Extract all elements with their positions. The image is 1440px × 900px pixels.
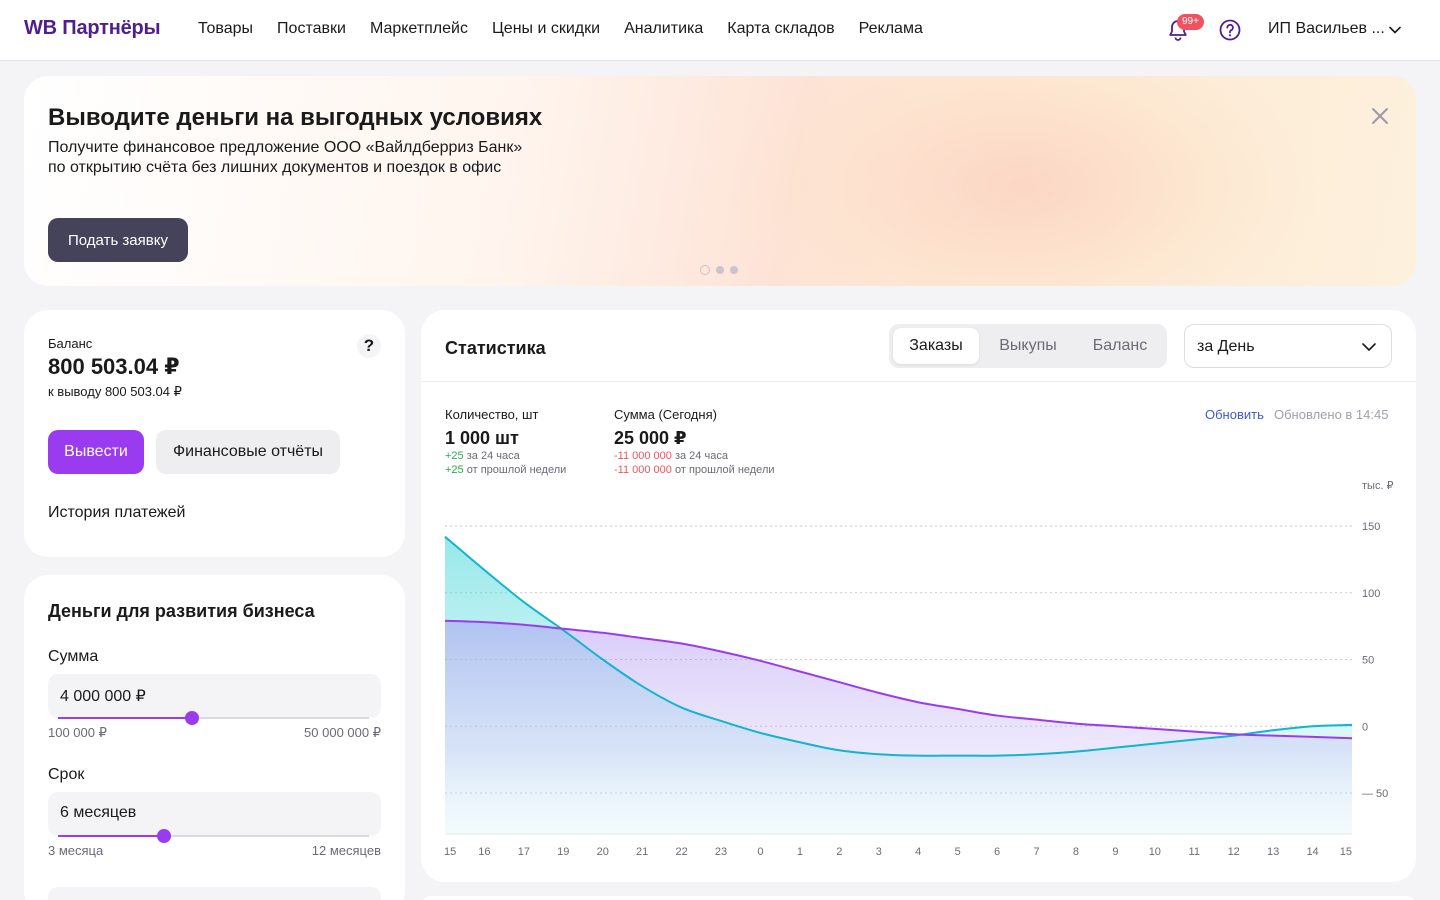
x-tick-label: 23 <box>715 846 727 858</box>
term-slider-handle[interactable] <box>156 829 171 843</box>
term-slider[interactable] <box>58 829 369 843</box>
banner-decoration <box>724 76 1324 286</box>
y-tick-label: 100 <box>1362 588 1380 600</box>
x-tick-label: 20 <box>597 846 609 858</box>
amount-max: 50 000 000 ₽ <box>304 725 381 740</box>
x-tick-label: 5 <box>955 846 961 858</box>
x-tick-label: 11 <box>1189 846 1200 858</box>
term-slider-fill <box>58 835 164 837</box>
balance-help-icon[interactable]: ? <box>357 334 381 358</box>
carousel-dot[interactable] <box>716 266 724 274</box>
x-tick-label: 21 <box>636 846 648 858</box>
term-max: 12 месяцев <box>311 843 381 858</box>
x-tick-label: 0 <box>757 846 763 858</box>
banner-text-line: по открытию счёта без лишних документов … <box>48 159 502 176</box>
amount-min: 100 000 ₽ <box>48 725 107 740</box>
carousel-dot[interactable] <box>700 265 710 275</box>
x-tick-label: 9 <box>1112 846 1118 858</box>
statistics-card: Статистика Заказы Выкупы Баланс за День … <box>421 310 1416 882</box>
x-tick-label: 22 <box>675 846 687 858</box>
term-label: Срок <box>48 766 85 783</box>
banner-text-line: Получите финансовое предложение ООО «Вай… <box>48 139 523 156</box>
x-tick-label: 19 <box>557 846 569 858</box>
amount-slider-fill <box>58 717 192 719</box>
term-field[interactable]: 6 месяцев <box>48 792 381 843</box>
business-funding-card: Деньги для развития бизнеса Сумма 4 000 … <box>24 575 405 900</box>
account-menu[interactable]: ИП Васильев ... <box>1268 20 1385 38</box>
notification-badge: 99+ <box>1177 14 1204 30</box>
x-tick-label: 10 <box>1149 846 1161 858</box>
balance-card: Баланс 800 503.04 ₽ к выводу 800 503.04 … <box>24 310 405 557</box>
x-tick-label: 16 <box>478 846 490 858</box>
x-tick-label: 2 <box>836 846 842 858</box>
withdraw-button[interactable]: Вывести <box>48 430 144 474</box>
orders-chart: 150100500— 50 15 16 17 19 20 21 22 23 0 1 2 3 4 5 6 7 8 9… <box>444 521 1388 858</box>
series-purple-area <box>445 620 1352 834</box>
y-tick-label: 0 <box>1362 721 1368 733</box>
x-tick-label: 7 <box>1033 846 1039 858</box>
main-nav: Товары Поставки Маркетплейс Цены и скидк… <box>198 20 923 38</box>
apply-button[interactable]: Подать заявку <box>48 218 188 262</box>
top-header: WB Партнёры Товары Поставки Маркетплейс … <box>0 0 1440 61</box>
amount-slider[interactable] <box>58 711 369 725</box>
y-tick-label: 150 <box>1362 521 1380 533</box>
financial-reports-button[interactable]: Финансовые отчёты <box>156 430 340 474</box>
x-tick-label: 17 <box>518 846 530 858</box>
nav-item-marketplace[interactable]: Маркетплейс <box>370 20 468 38</box>
nav-item-prices[interactable]: Цены и скидки <box>492 20 600 38</box>
term-value: 6 месяцев <box>60 804 137 821</box>
business-funding-title: Деньги для развития бизнеса <box>48 601 315 621</box>
next-field[interactable] <box>48 887 381 900</box>
nav-item-analytics[interactable]: Аналитика <box>624 20 703 38</box>
amount-slider-handle[interactable] <box>184 711 199 725</box>
balance-value: 800 503.04 ₽ <box>48 354 180 379</box>
payment-history-link[interactable]: История платежей <box>48 504 185 522</box>
x-tick-label: 8 <box>1073 846 1079 858</box>
term-min: 3 месяца <box>48 843 104 858</box>
carousel-dots <box>700 265 738 275</box>
x-tick-label: 15 <box>1340 846 1352 858</box>
nav-item-ads[interactable]: Реклама <box>859 20 923 38</box>
carousel-dot[interactable] <box>730 266 738 274</box>
x-tick-label: 13 <box>1267 846 1279 858</box>
x-tick-label: 15 <box>444 846 456 858</box>
chevron-down-icon[interactable] <box>1388 23 1402 37</box>
amount-label: Сумма <box>48 648 99 665</box>
banner-title: Выводите деньги на выгодных условиях <box>48 104 543 131</box>
x-tick-label: 6 <box>994 846 1000 858</box>
help-circle-icon[interactable] <box>1219 19 1241 41</box>
x-tick-label: 12 <box>1228 846 1240 858</box>
nav-item-products[interactable]: Товары <box>198 20 253 38</box>
nav-item-supplies[interactable]: Поставки <box>277 20 346 38</box>
x-tick-label: 4 <box>915 846 921 858</box>
nav-item-warehouses[interactable]: Карта складов <box>727 20 834 38</box>
balance-label: Баланс <box>48 336 93 351</box>
banner-text: Получите финансовое предложение ООО «Вай… <box>48 138 568 178</box>
x-tick-label: 14 <box>1306 846 1318 858</box>
x-tick-label: 3 <box>876 846 882 858</box>
logo[interactable]: WB Партнёры <box>24 17 161 40</box>
close-icon[interactable] <box>1370 106 1390 126</box>
y-tick-label: 50 <box>1362 655 1374 667</box>
promo-banner: Выводите деньги на выгодных условиях Пол… <box>24 76 1416 286</box>
amount-value: 4 000 000 ₽ <box>60 688 146 705</box>
balance-withdrawable: к выводу 800 503.04 ₽ <box>48 384 182 399</box>
y-tick-label: — 50 <box>1362 788 1388 800</box>
next-card-edge <box>421 896 1416 900</box>
amount-field[interactable]: 4 000 000 ₽ <box>48 674 381 725</box>
x-tick-label: 1 <box>797 846 803 858</box>
